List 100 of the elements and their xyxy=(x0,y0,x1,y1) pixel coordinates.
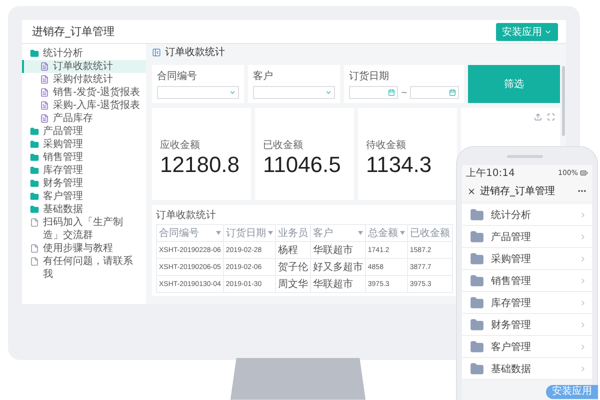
sidebar-item[interactable]: 扫码加入「生产制造」交流群 xyxy=(22,216,146,242)
folder-icon xyxy=(470,296,484,310)
file-icon xyxy=(30,244,39,253)
table-cell: 贺子伦 xyxy=(275,258,310,276)
dropdown-icon xyxy=(325,89,332,96)
document-icon xyxy=(40,101,49,110)
menu-item[interactable]: 客户管理 xyxy=(462,336,592,358)
folder-icon xyxy=(30,153,39,162)
folder-icon xyxy=(470,274,484,288)
document-icon xyxy=(40,75,49,84)
folder-icon xyxy=(470,252,484,266)
stat-label: 应收金额 xyxy=(160,138,201,152)
chevron-icon xyxy=(579,210,587,218)
sidebar-item[interactable]: 销售管理 xyxy=(22,151,146,164)
filter-label: 客户 xyxy=(253,70,274,83)
folder-icon xyxy=(30,166,39,175)
menu-item[interactable]: 销售管理 xyxy=(462,270,592,292)
menu-item[interactable]: 库存管理 xyxy=(462,292,592,314)
breadcrumb: 订单收款统计 xyxy=(165,46,225,59)
date-field[interactable] xyxy=(410,86,459,99)
sidebar-item[interactable]: 财务管理 xyxy=(22,177,146,190)
scrollbar xyxy=(562,66,565,136)
chevron-icon xyxy=(579,254,587,262)
app-title: 进销存_订单管理 xyxy=(32,24,114,39)
sidebar-item[interactable]: 产品管理 xyxy=(22,125,146,138)
sidebar-item[interactable]: 采购管理 xyxy=(22,138,146,151)
sidebar-item[interactable]: 采购-入库-退货报表 xyxy=(22,99,146,112)
table-title: 订单收款统计 xyxy=(156,208,216,222)
close-icon[interactable] xyxy=(467,186,476,196)
chevron-icon xyxy=(579,342,587,350)
dropdown-icon xyxy=(229,89,236,96)
menu-item[interactable]: 财务管理 xyxy=(462,314,592,336)
sidebar-item[interactable]: 使用步骤与教程 xyxy=(22,242,146,255)
column-header: 订货日期 xyxy=(223,224,276,242)
column-header: 业务员 xyxy=(275,224,310,242)
sidebar-item[interactable]: 基础数据 xyxy=(22,203,146,216)
column-header: 客户 xyxy=(310,224,366,242)
chevron-icon xyxy=(579,364,587,372)
folder-icon xyxy=(470,230,484,244)
table-cell: 杨程 xyxy=(275,242,310,258)
file-icon xyxy=(30,257,39,266)
file-icon xyxy=(30,218,39,227)
folder-icon xyxy=(470,318,484,332)
folder-icon xyxy=(470,208,484,222)
sidebar-item[interactable]: 采购付款统计 xyxy=(22,73,146,86)
sidebar-item[interactable]: 产品库存 xyxy=(22,112,146,125)
sidebar-item[interactable]: 客户管理 xyxy=(22,190,146,203)
sidebar-item[interactable]: 有任何问题，请联系我 xyxy=(22,255,146,281)
sidebar-item[interactable]: 统计分析 xyxy=(22,47,146,60)
filter-label: 订货日期 xyxy=(349,70,390,83)
upload-icon[interactable] xyxy=(534,113,542,121)
stat-value: 12180.8 xyxy=(160,152,241,178)
stat-value: 1134.3 xyxy=(366,152,433,178)
sort-icon[interactable] xyxy=(400,231,405,235)
phone-title: 进销存_订单管理 xyxy=(480,184,556,198)
chevron-icon xyxy=(579,298,587,306)
date-field[interactable] xyxy=(349,86,398,99)
calendar-icon xyxy=(388,89,395,96)
battery-icon xyxy=(580,169,588,177)
calendar-icon xyxy=(448,89,456,96)
sidebar-item[interactable]: 订单收款统计 xyxy=(22,60,146,73)
select-field[interactable] xyxy=(253,86,336,99)
sidebar-item[interactable]: 销售-发货-退货报表 xyxy=(22,86,146,99)
chevron-icon xyxy=(579,232,587,240)
table-cell: 好又多超市 xyxy=(310,258,366,276)
sort-icon[interactable] xyxy=(216,231,221,235)
chevron-icon xyxy=(579,320,587,328)
stat-value: 11046.5 xyxy=(263,152,342,178)
column-header: 已收金额 xyxy=(407,224,452,242)
folder-icon xyxy=(30,205,39,214)
menu-item[interactable]: 采购管理 xyxy=(462,248,592,270)
folder-icon xyxy=(30,127,39,136)
status-time: 上午10:14 xyxy=(466,166,515,180)
range-separator: ~ xyxy=(400,88,408,97)
table-cell: 周文华 xyxy=(275,276,310,292)
folder-icon xyxy=(470,362,484,376)
select-field[interactable] xyxy=(157,86,240,99)
folder-icon xyxy=(30,49,39,58)
folder-icon xyxy=(470,340,484,354)
folder-icon xyxy=(30,179,39,188)
folder-icon xyxy=(30,192,39,201)
filter-label: 合同编号 xyxy=(157,70,198,83)
stat-label: 待收金额 xyxy=(366,138,407,152)
sidebar-item[interactable]: 库存管理 xyxy=(22,164,146,177)
fullscreen-icon[interactable] xyxy=(547,113,555,121)
collapse-icon[interactable] xyxy=(152,48,161,56)
table-cell: 华联超市 xyxy=(310,242,366,258)
sort-icon[interactable] xyxy=(268,231,273,235)
column-header: 合同编号 xyxy=(156,224,224,242)
sort-icon[interactable] xyxy=(358,231,363,235)
document-icon xyxy=(40,88,49,97)
table-cell: 华联超市 xyxy=(310,276,366,292)
column-header: 总金额 xyxy=(365,224,408,242)
menu-item[interactable]: 产品管理 xyxy=(462,226,592,248)
folder-icon xyxy=(30,140,39,149)
stat-label: 已收金额 xyxy=(263,138,304,152)
chevron-icon xyxy=(579,276,587,284)
document-icon xyxy=(40,114,49,123)
menu-item[interactable]: 统计分析 xyxy=(462,204,592,226)
menu-item[interactable]: 基础数据 xyxy=(462,358,592,380)
